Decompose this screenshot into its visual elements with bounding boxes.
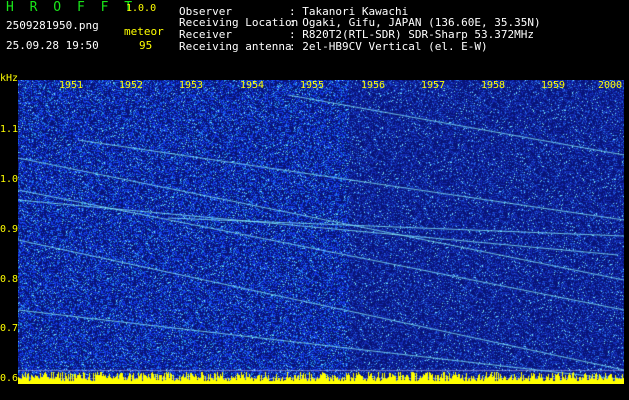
file-datetime: 25.09.28 19:50 bbox=[6, 39, 99, 52]
file-name: 2509281950.png bbox=[6, 19, 99, 32]
time-tick-label: 1951 bbox=[59, 80, 84, 91]
spectrogram-canvas bbox=[18, 80, 624, 384]
antenna-value: : 2el-HB9CV Vertical (el. E-W) bbox=[289, 40, 488, 53]
app-version: 1.0.0 bbox=[126, 3, 157, 14]
hrofft-window: { "app": { "title": "H R O F F T", "vers… bbox=[0, 0, 629, 400]
freq-unit-label: kHz bbox=[0, 73, 19, 84]
freq-tick-label: 0.8 bbox=[0, 274, 19, 285]
antenna-label: Receiving antenna bbox=[179, 40, 292, 53]
meteor-count: 95 bbox=[139, 39, 153, 52]
time-tick-label: 1959 bbox=[541, 80, 566, 91]
app-title: H R O F F T bbox=[6, 0, 137, 15]
time-tick-label: 1957 bbox=[421, 80, 446, 91]
time-tick-label: 2000 bbox=[598, 80, 623, 91]
time-tick-label: 1955 bbox=[300, 80, 325, 91]
freq-tick-label: 0.9 bbox=[0, 224, 19, 235]
freq-tick-label: 0.7 bbox=[0, 323, 19, 334]
time-tick-label: 1952 bbox=[119, 80, 144, 91]
freq-tick-label: 1.1 bbox=[0, 124, 19, 135]
time-tick-label: 1958 bbox=[481, 80, 506, 91]
time-tick-label: 1956 bbox=[361, 80, 386, 91]
freq-tick-label: 1.0 bbox=[0, 174, 19, 185]
time-tick-label: 1953 bbox=[179, 80, 204, 91]
freq-tick-label: 0.6 bbox=[0, 373, 19, 384]
meteor-label: meteor bbox=[124, 25, 164, 38]
spectrogram bbox=[18, 80, 624, 384]
time-tick-label: 1954 bbox=[240, 80, 265, 91]
